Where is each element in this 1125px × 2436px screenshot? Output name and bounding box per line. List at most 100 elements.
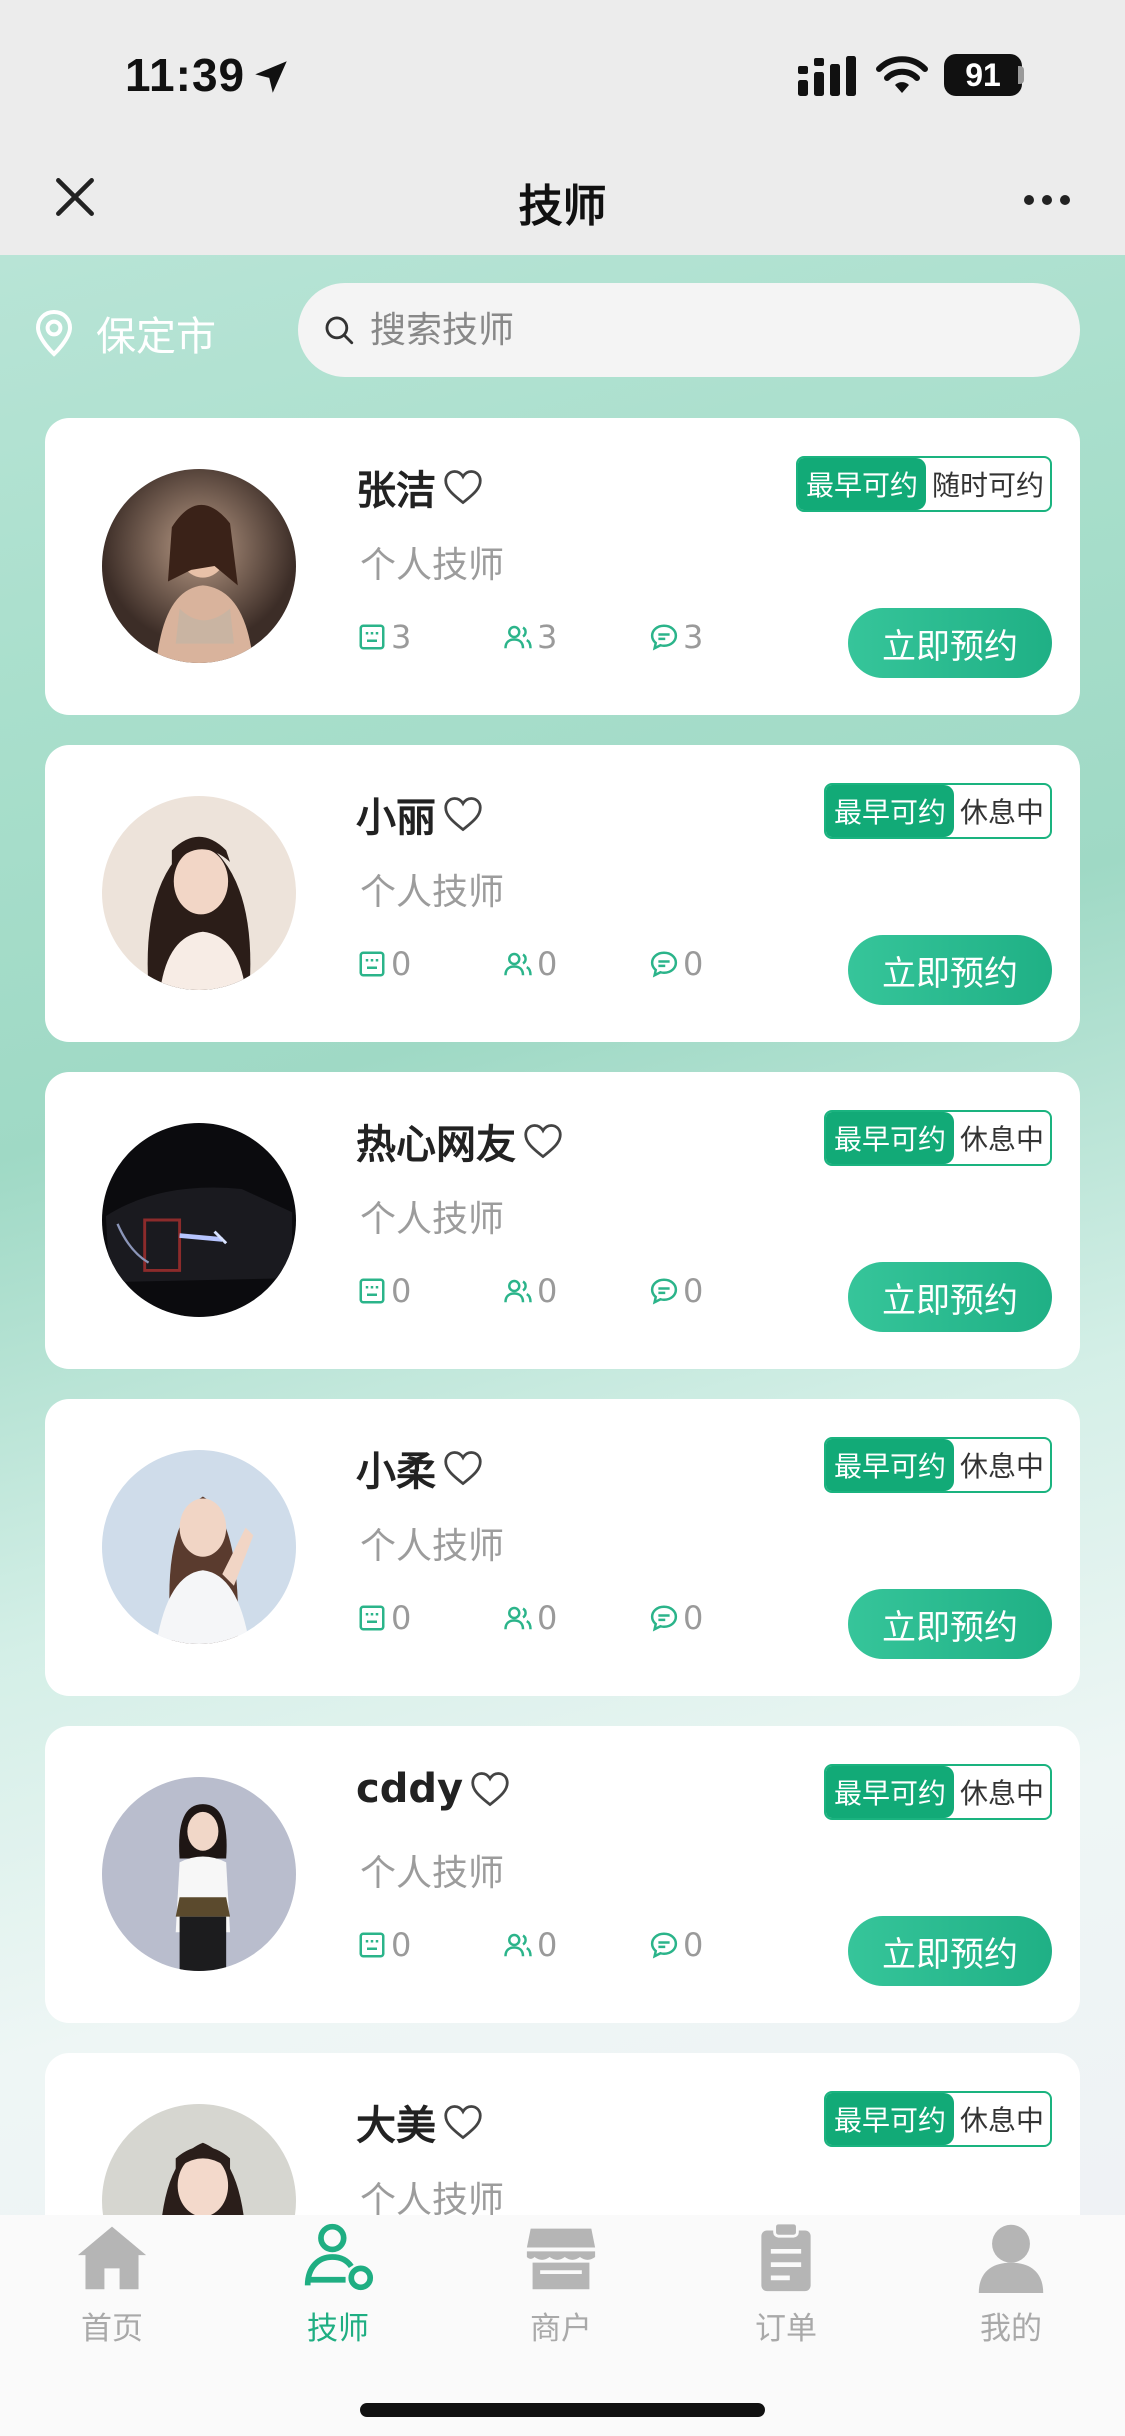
availability-tag: 最早可约 休息中 <box>823 1437 1052 1493</box>
orders-stat: 0 <box>357 1599 503 1637</box>
favorite-heart-icon[interactable] <box>442 468 484 506</box>
technician-icon <box>304 2223 374 2291</box>
clients-stat: 3 <box>503 618 649 656</box>
technician-name: 大美 <box>356 2093 484 2151</box>
availability-status: 休息中 <box>959 1777 1044 1810</box>
technician-role: 个人技师 <box>360 2180 505 2215</box>
search-bar[interactable] <box>298 283 1080 377</box>
users-icon <box>504 1933 532 1957</box>
location-arrow-icon <box>255 61 287 93</box>
store-icon <box>526 2228 596 2290</box>
avatar <box>102 796 296 990</box>
favorite-heart-icon[interactable] <box>442 2103 484 2141</box>
technician-name: cddy <box>356 1766 511 1812</box>
technician-card[interactable]: 小柔 个人技师 最早可约 休息中 0 0 0 立即预约 <box>45 1399 1080 1696</box>
tab-technician[interactable]: 技师 <box>258 2215 418 2365</box>
availability-status: 休息中 <box>959 1450 1044 1483</box>
clients-stat: 0 <box>503 1272 649 1310</box>
comments-stat: 0 <box>649 945 795 983</box>
tab-home[interactable]: 首页 <box>32 2215 192 2365</box>
orders-stat: 0 <box>357 1926 503 1964</box>
technician-card[interactable]: 小丽 个人技师 最早可约 休息中 0 0 0 立即预约 <box>45 745 1080 1042</box>
availability-tag: 最早可约 休息中 <box>823 1764 1052 1820</box>
city-selector[interactable]: 保定市 <box>34 303 216 363</box>
earliest-available-label: 最早可约 <box>825 1766 954 1818</box>
earliest-available-label: 最早可约 <box>825 785 954 837</box>
technician-list: 张洁 个人技师 最早可约 随时可约 3 3 3 立即预约 小丽 个人技师 最早可… <box>45 418 1080 2215</box>
tab-store[interactable]: 商户 <box>481 2215 641 2365</box>
technician-stats: 0 0 0 <box>357 945 795 983</box>
avatar <box>102 469 296 663</box>
cellular-signal-icon <box>798 56 856 96</box>
home-indicator[interactable] <box>360 2403 765 2417</box>
comments-stat: 0 <box>649 1599 795 1637</box>
battery-tip <box>1018 66 1024 84</box>
availability-status: 休息中 <box>959 1123 1044 1156</box>
users-icon <box>504 625 532 649</box>
book-now-button[interactable]: 立即预约 <box>848 935 1052 1005</box>
more-options-icon[interactable] <box>1024 190 1078 206</box>
comment-icon <box>650 1932 678 1959</box>
technician-card[interactable]: 大美 个人技师 最早可约 休息中 <box>45 2053 1080 2215</box>
orders-icon <box>359 951 385 977</box>
technician-role: 个人技师 <box>360 545 505 586</box>
avatar <box>102 2104 296 2215</box>
comment-icon <box>650 1278 678 1305</box>
avatar <box>102 1450 296 1644</box>
technician-stats: 0 0 0 <box>357 1599 795 1637</box>
availability-tag: 最早可约 休息中 <box>823 1110 1052 1166</box>
avatar <box>102 1123 296 1317</box>
location-pin-icon <box>35 309 73 357</box>
technician-name: 小柔 <box>356 1439 484 1497</box>
earliest-available-label: 最早可约 <box>825 1112 954 1164</box>
tab-orders[interactable]: 订单 <box>706 2215 866 2365</box>
technician-card[interactable]: cddy 个人技师 最早可约 休息中 0 0 0 立即预约 <box>45 1726 1080 2023</box>
home-icon <box>77 2226 147 2290</box>
users-icon <box>504 952 532 976</box>
technician-role: 个人技师 <box>360 1853 505 1894</box>
book-now-button[interactable]: 立即预约 <box>848 1589 1052 1659</box>
favorite-heart-icon[interactable] <box>522 1122 564 1160</box>
technician-stats: 3 3 3 <box>357 618 795 656</box>
book-now-button[interactable]: 立即预约 <box>848 608 1052 678</box>
comment-icon <box>650 1605 678 1632</box>
users-icon <box>504 1279 532 1303</box>
favorite-heart-icon[interactable] <box>442 795 484 833</box>
orders-stat: 0 <box>357 1272 503 1310</box>
comment-icon <box>650 951 678 978</box>
availability-status: 随时可约 <box>931 469 1044 502</box>
technician-role: 个人技师 <box>360 1526 505 1567</box>
availability-status: 休息中 <box>959 796 1044 829</box>
orders-stat: 0 <box>357 945 503 983</box>
order-icon <box>761 2221 811 2292</box>
earliest-available-label: 最早可约 <box>825 2093 954 2145</box>
search-input[interactable] <box>370 309 1030 351</box>
navigation-bar: 技师 <box>0 150 1125 255</box>
favorite-heart-icon[interactable] <box>442 1449 484 1487</box>
orders-icon <box>359 1605 385 1631</box>
technician-name: 热心网友 <box>356 1112 564 1170</box>
book-now-button[interactable]: 立即预约 <box>848 1916 1052 1986</box>
availability-status: 休息中 <box>959 2104 1044 2137</box>
comments-stat: 0 <box>649 1272 795 1310</box>
clients-stat: 0 <box>503 945 649 983</box>
users-icon <box>504 1606 532 1630</box>
orders-icon <box>359 1278 385 1304</box>
page-title: 技师 <box>518 181 607 232</box>
wifi-icon <box>876 56 928 93</box>
battery-indicator: 91 <box>944 54 1022 96</box>
clients-stat: 0 <box>503 1599 649 1637</box>
technician-stats: 0 0 0 <box>357 1272 795 1310</box>
comment-icon <box>650 624 678 651</box>
availability-tag: 最早可约 休息中 <box>823 783 1052 839</box>
book-now-button[interactable]: 立即预约 <box>848 1262 1052 1332</box>
favorite-heart-icon[interactable] <box>469 1770 511 1808</box>
technician-card[interactable]: 张洁 个人技师 最早可约 随时可约 3 3 3 立即预约 <box>45 418 1080 715</box>
availability-tag: 最早可约 休息中 <box>823 2091 1052 2147</box>
search-icon <box>325 316 354 345</box>
technician-card[interactable]: 热心网友 个人技师 最早可约 休息中 0 0 0 立即预约 <box>45 1072 1080 1369</box>
clients-stat: 0 <box>503 1926 649 1964</box>
tab-profile[interactable]: 我的 <box>931 2215 1091 2365</box>
orders-icon <box>359 1932 385 1958</box>
technician-name: 张洁 <box>356 458 484 516</box>
